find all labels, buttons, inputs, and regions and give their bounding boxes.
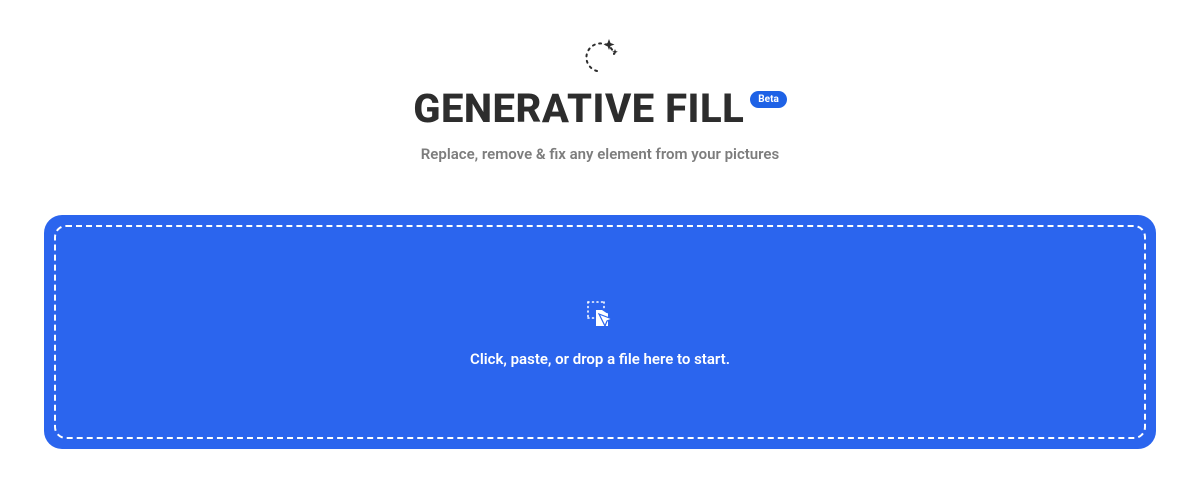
page-title: GENERATIVE FILL <box>413 87 744 131</box>
file-dropzone[interactable]: Click, paste, or drop a file here to sta… <box>44 215 1156 449</box>
page-subtitle: Replace, remove & fix any element from y… <box>421 145 779 163</box>
dropzone-border <box>54 225 1146 439</box>
title-row: GENERATIVE FILL Beta <box>413 87 787 131</box>
dropzone-instruction: Click, paste, or drop a file here to sta… <box>470 350 730 368</box>
sparkle-select-icon <box>580 35 620 75</box>
beta-badge: Beta <box>750 91 787 108</box>
drag-file-icon <box>582 296 618 332</box>
